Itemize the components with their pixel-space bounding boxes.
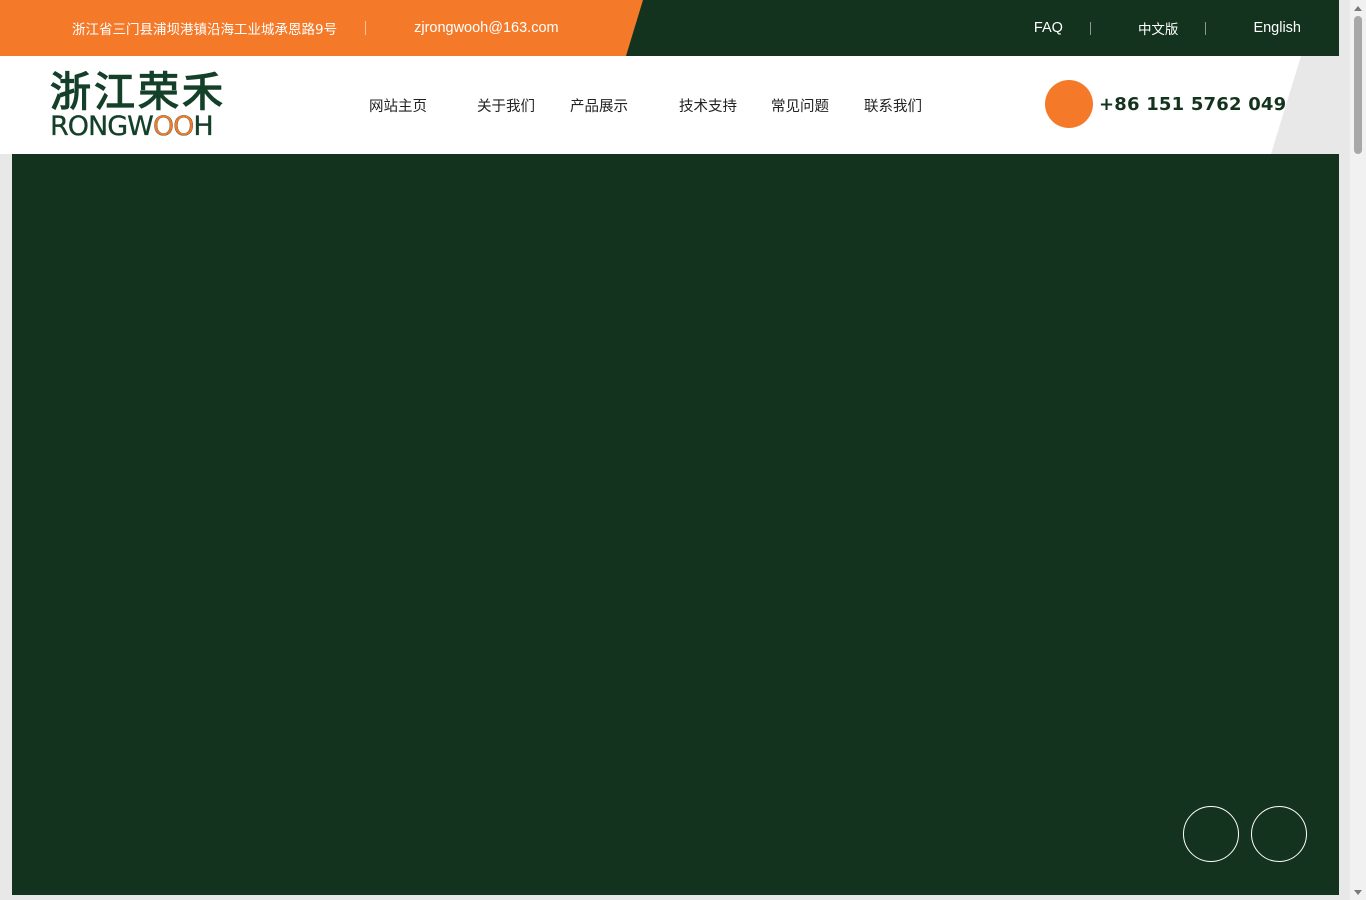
company-email[interactable]: zjrongwooh@163.com — [414, 20, 559, 36]
top-links: FAQ 中文版 English — [1034, 0, 1301, 56]
nav-item-support[interactable]: 技术支持 — [679, 56, 737, 154]
top-info-bar: 浙江省三门县浦坝港镇沿海工业城承恩路9号 zjrongwooh@163.com … — [0, 0, 1339, 56]
divider — [1205, 21, 1207, 35]
divider — [365, 21, 367, 35]
hero-banner — [12, 154, 1339, 895]
scroll-up-icon[interactable] — [1350, 0, 1366, 16]
scroll-down-icon[interactable] — [1350, 884, 1366, 900]
nav-item-products[interactable]: 产品展示 — [570, 56, 628, 154]
contact-info: 浙江省三门县浦坝港镇沿海工业城承恩路9号 zjrongwooh@163.com — [72, 0, 559, 56]
divider — [1089, 21, 1091, 35]
main-header: 浙江荣禾 RONGWOOH 网站主页 关于我们 产品展示 技术支持 常见问题 联… — [0, 56, 1301, 154]
english-version-link[interactable]: English — [1253, 20, 1301, 36]
faq-link[interactable]: FAQ — [1034, 20, 1063, 36]
arrow-right-icon[interactable] — [1251, 806, 1307, 862]
company-address: 浙江省三门县浦坝港镇沿海工业城承恩路9号 — [72, 22, 338, 38]
scrollbar-thumb[interactable] — [1354, 16, 1362, 154]
page-scrollbar[interactable] — [1350, 0, 1366, 900]
nav-item-contact[interactable]: 联系我们 — [864, 56, 922, 154]
nav-item-about[interactable]: 关于我们 — [477, 56, 535, 154]
phone-number: +86 151 5762 0496 — [1099, 93, 1300, 115]
chinese-version-link[interactable]: 中文版 — [1138, 18, 1179, 38]
arrow-left-icon[interactable] — [1183, 806, 1239, 862]
nav-item-home[interactable]: 网站主页 — [369, 56, 427, 154]
nav-item-faq[interactable]: 常见问题 — [771, 56, 829, 154]
phone-icon — [1045, 80, 1093, 128]
phone-contact[interactable]: +86 151 5762 0496 — [1045, 80, 1299, 128]
